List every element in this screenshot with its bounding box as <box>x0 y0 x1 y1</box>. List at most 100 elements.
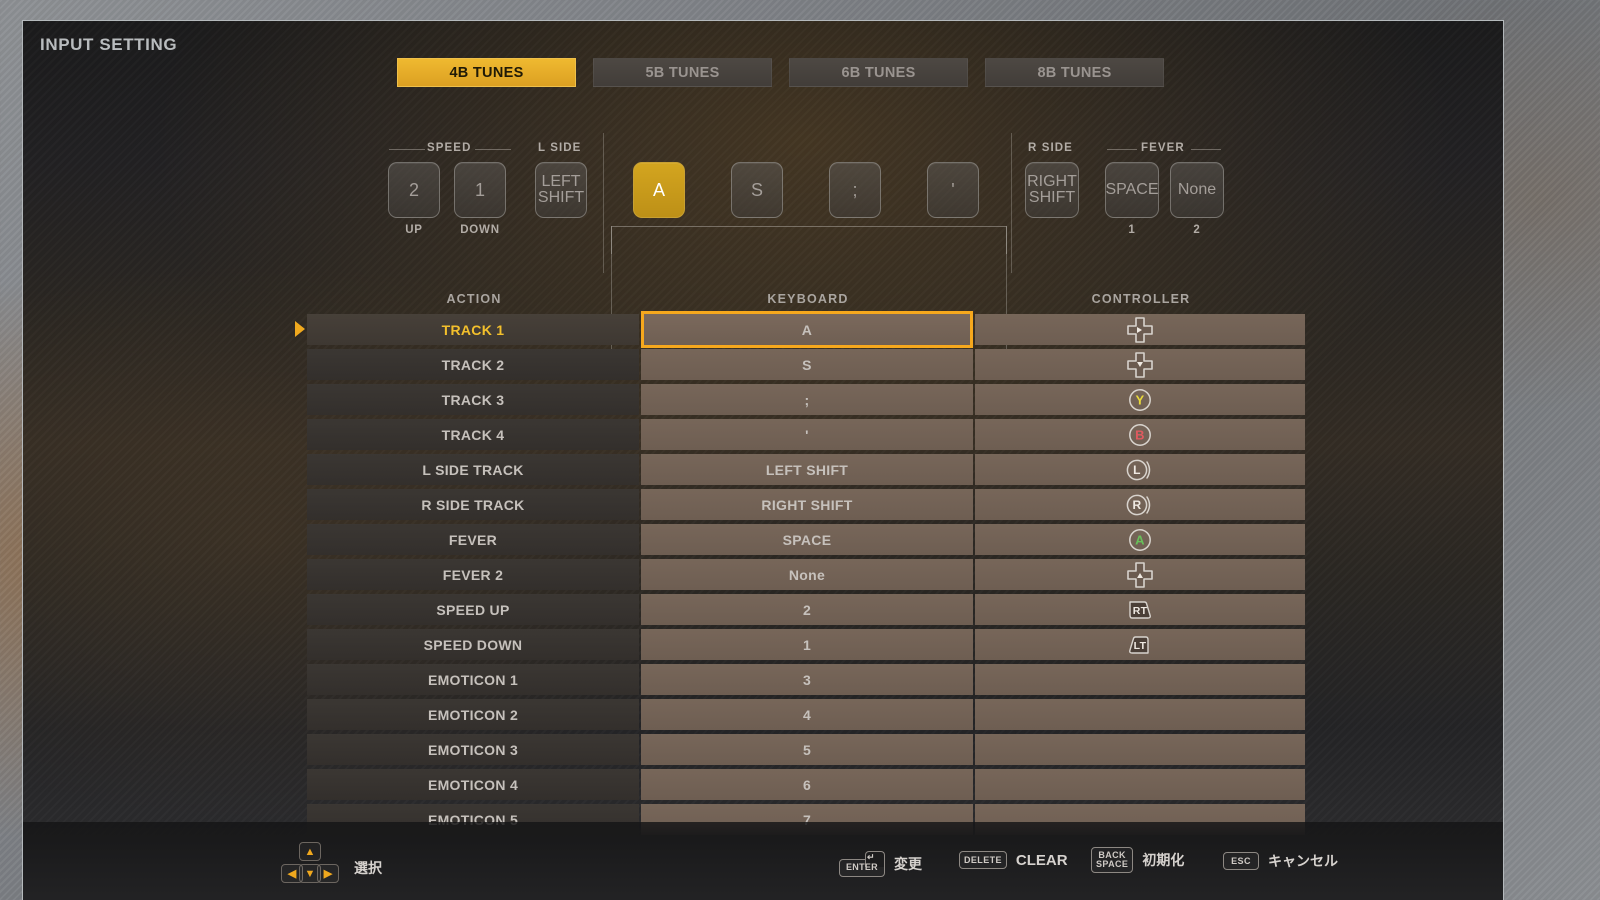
column-header-action: ACTION <box>446 292 502 306</box>
arrow-keys-icon[interactable]: ▲ ◀ ▼ ▶ <box>281 842 339 886</box>
row-keyboard-binding[interactable]: 1 <box>641 629 973 660</box>
table-row[interactable]: SPEED UP 2 RT <box>307 592 1307 627</box>
trigger-lt: LT <box>1125 633 1155 657</box>
table-row[interactable]: FEVER SPACE A <box>307 522 1307 557</box>
row-action-label[interactable]: L SIDE TRACK <box>307 454 639 485</box>
tab-4b-tunes[interactable]: 4B TUNES <box>397 58 576 87</box>
row-controller-binding[interactable] <box>975 734 1305 765</box>
row-keyboard-binding[interactable]: ' <box>641 419 973 450</box>
row-controller-binding[interactable]: B <box>975 419 1305 450</box>
table-row[interactable]: TRACK 3; Y <box>307 382 1307 417</box>
row-action-label[interactable]: SPEED UP <box>307 594 639 625</box>
table-row[interactable]: FEVER 2 None <box>307 557 1307 592</box>
dpad-up <box>1126 351 1154 379</box>
row-keyboard-binding[interactable]: SPACE <box>641 524 973 555</box>
tune-mode-tabs: 4B TUNES 5B TUNES 6B TUNES 8B TUNES <box>397 58 1164 87</box>
row-controller-binding[interactable] <box>975 699 1305 730</box>
row-keyboard-binding[interactable]: 2 <box>641 594 973 625</box>
hint-reset-label: 初期化 <box>1142 852 1185 868</box>
fever-group-label: FEVER <box>1141 142 1185 154</box>
row-controller-binding[interactable]: L <box>975 454 1305 485</box>
row-controller-binding[interactable] <box>975 349 1305 380</box>
l-side-key[interactable]: LEFT SHIFT <box>535 162 587 218</box>
bumper-l: L <box>1125 458 1155 482</box>
button-b: B <box>1128 423 1152 447</box>
track-1-key[interactable]: A <box>633 162 685 218</box>
tab-8b-tunes[interactable]: 8B TUNES <box>985 58 1164 87</box>
table-row[interactable]: EMOTICON 46 <box>307 767 1307 802</box>
trigger-rt: RT <box>1125 598 1155 622</box>
row-keyboard-binding[interactable]: ; <box>641 384 973 415</box>
table-row[interactable]: SPEED DOWN 1 LT <box>307 627 1307 662</box>
row-action-label[interactable]: EMOTICON 4 <box>307 769 639 800</box>
dpad-left <box>1126 316 1154 344</box>
row-controller-binding[interactable]: LT <box>975 629 1305 660</box>
row-action-label[interactable]: R SIDE TRACK <box>307 489 639 520</box>
table-row[interactable]: EMOTICON 35 <box>307 732 1307 767</box>
esc-key-icon[interactable]: ESC <box>1223 852 1259 870</box>
track-3-key[interactable]: ; <box>829 162 881 218</box>
row-action-label[interactable]: TRACK 3 <box>307 384 639 415</box>
arrow-right-key[interactable]: ▶ <box>317 864 339 883</box>
r-side-key[interactable]: RIGHT SHIFT <box>1025 162 1079 218</box>
row-action-label[interactable]: TRACK 4 <box>307 419 639 450</box>
fever-rule-left <box>1107 149 1137 150</box>
fever-1-key[interactable]: SPACE <box>1105 162 1159 218</box>
table-row[interactable]: R SIDE TRACK RIGHT SHIFT R <box>307 487 1307 522</box>
row-keyboard-binding[interactable]: 4 <box>641 699 973 730</box>
row-action-label[interactable]: EMOTICON 1 <box>307 664 639 695</box>
row-keyboard-binding[interactable]: 3 <box>641 664 973 695</box>
table-row[interactable]: EMOTICON 24 <box>307 697 1307 732</box>
row-controller-binding[interactable] <box>975 664 1305 695</box>
hint-reset: BACK SPACE 初期化 <box>1091 847 1184 873</box>
table-row[interactable]: EMOTICON 13 <box>307 662 1307 697</box>
speed-up-key[interactable]: 2 <box>388 162 440 218</box>
row-action-label[interactable]: EMOTICON 2 <box>307 699 639 730</box>
row-action-label[interactable]: TRACK 1 <box>307 314 639 345</box>
row-controller-binding[interactable]: Y <box>975 384 1305 415</box>
row-controller-binding[interactable] <box>975 559 1305 590</box>
trigger-lt-svg: LT <box>1129 635 1149 654</box>
row-controller-binding[interactable]: RT <box>975 594 1305 625</box>
row-controller-binding[interactable] <box>975 314 1305 345</box>
track-2-key[interactable]: S <box>731 162 783 218</box>
button-y-svg: Y <box>1129 388 1151 411</box>
delete-key-icon[interactable]: DELETE <box>959 851 1007 869</box>
footer-hint-bar: ▲ ◀ ▼ ▶ 選択 ↵ ENTER 変更 DELETE CLEAR BACK … <box>23 822 1503 900</box>
table-row[interactable]: TRACK 4 ' B <box>307 417 1307 452</box>
row-keyboard-binding[interactable]: 6 <box>641 769 973 800</box>
row-action-label[interactable]: FEVER <box>307 524 639 555</box>
track-4-key[interactable]: ' <box>927 162 979 218</box>
arrow-up-key[interactable]: ▲ <box>299 842 321 861</box>
row-controller-binding[interactable]: R <box>975 489 1305 520</box>
row-controller-binding[interactable]: A <box>975 524 1305 555</box>
table-row[interactable]: TRACK 1A <box>295 311 1307 348</box>
selection-pointer-icon <box>295 321 305 337</box>
row-keyboard-binding[interactable]: None <box>641 559 973 590</box>
row-action-label[interactable]: FEVER 2 <box>307 559 639 590</box>
table-column-headers: ACTION KEYBOARD CONTROLLER <box>307 286 1307 312</box>
row-keyboard-binding[interactable]: LEFT SHIFT <box>641 454 973 485</box>
row-action-label[interactable]: SPEED DOWN <box>307 629 639 660</box>
row-keyboard-binding[interactable]: RIGHT SHIFT <box>641 489 973 520</box>
column-header-keyboard: KEYBOARD <box>767 292 849 306</box>
row-keyboard-binding[interactable]: S <box>641 349 973 380</box>
table-row[interactable]: TRACK 2S <box>307 347 1307 382</box>
speed-rule-left <box>389 149 425 150</box>
row-keyboard-binding[interactable]: 5 <box>641 734 973 765</box>
backspace-key-icon[interactable]: BACK SPACE <box>1091 847 1134 873</box>
fever-2-key[interactable]: None <box>1170 162 1224 218</box>
row-controller-binding[interactable] <box>975 769 1305 800</box>
tab-6b-tunes[interactable]: 6B TUNES <box>789 58 968 87</box>
divider-right <box>1011 133 1012 273</box>
row-keyboard-binding[interactable]: A <box>641 311 973 348</box>
table-row[interactable]: L SIDE TRACK LEFT SHIFT L <box>307 452 1307 487</box>
enter-key-icon[interactable]: ↵ ENTER <box>839 851 885 877</box>
tab-5b-tunes[interactable]: 5B TUNES <box>593 58 772 87</box>
speed-down-key[interactable]: 1 <box>454 162 506 218</box>
row-action-label[interactable]: TRACK 2 <box>307 349 639 380</box>
keybinding-table: ACTION KEYBOARD CONTROLLER TRACK 1A TRAC… <box>295 286 1307 837</box>
row-action-label[interactable]: EMOTICON 3 <box>307 734 639 765</box>
button-y: Y <box>1128 388 1152 412</box>
fever-2-sublabel: 2 <box>1193 224 1201 236</box>
